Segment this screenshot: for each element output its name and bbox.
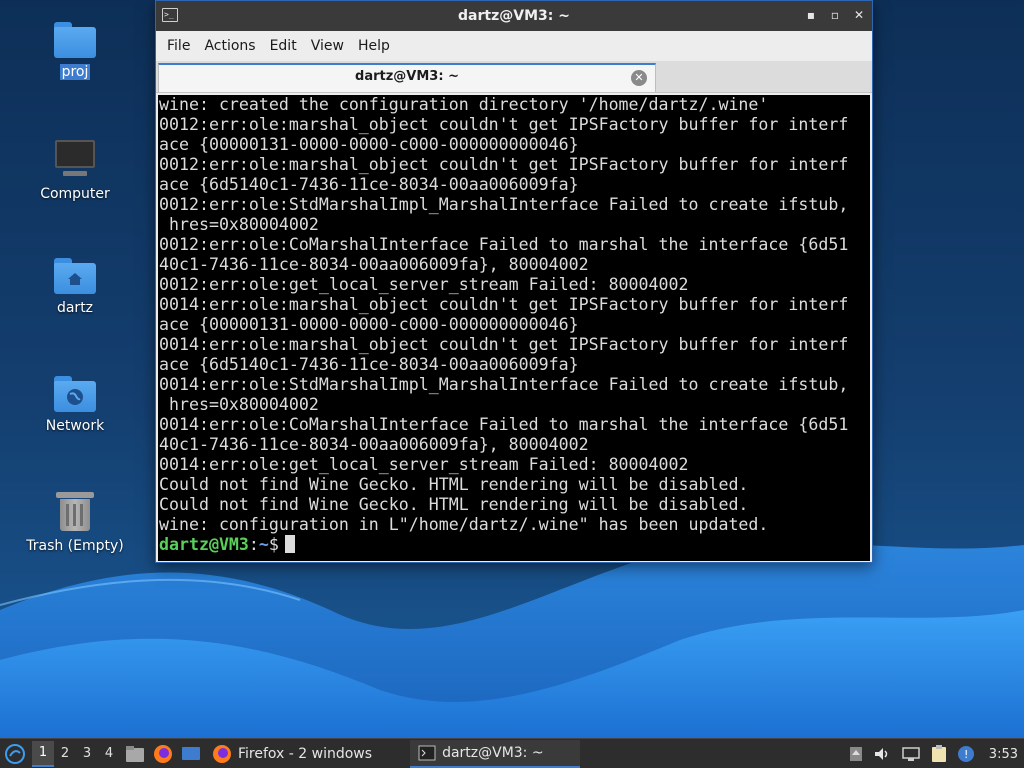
desktop-icon-label: Network (45, 418, 105, 434)
prompt-separator: : (248, 535, 259, 554)
terminal-line: 0012:err:ole:marshal_object couldn't get… (159, 115, 849, 134)
desktop-icon-dartz[interactable]: dartz (15, 258, 135, 316)
text-cursor (284, 535, 295, 553)
terminal-line: ace {00000131-0000-0000-c000-00000000004… (159, 135, 579, 154)
workspace-4[interactable]: 4 (98, 741, 120, 767)
window-title: dartz@VM3: ~ (458, 8, 570, 24)
firefox-icon (213, 744, 231, 763)
clipboard-icon[interactable] (931, 745, 947, 763)
start-menu-button[interactable] (2, 741, 28, 767)
terminal-line: 0014:err:ole:marshal_object couldn't get… (159, 335, 849, 354)
clock[interactable]: 3:53 (989, 747, 1018, 762)
desktop-icon-computer[interactable]: Computer (15, 140, 135, 202)
network-folder-icon (54, 376, 96, 412)
taskbar: 1 2 3 4 Firefox - 2 windows dartz@VM3: ~ (0, 738, 1024, 768)
tab-bar: dartz@VM3: ~ ✕ (156, 61, 872, 93)
tab-label: dartz@VM3: ~ (355, 69, 459, 84)
workspace-1[interactable]: 1 (32, 740, 54, 767)
close-icon[interactable]: ✕ (852, 7, 866, 23)
terminal-line: Could not find Wine Gecko. HTML renderin… (159, 475, 749, 494)
terminal-line: ace {6d5140c1-7436-11ce-8034-00aa006009f… (159, 175, 579, 194)
desktop-icon-label: Computer (40, 186, 110, 202)
workspace-2[interactable]: 2 (54, 741, 76, 767)
menu-help[interactable]: Help (351, 34, 397, 58)
terminal-output[interactable]: wine: created the configuration director… (158, 95, 870, 561)
window-titlebar[interactable]: >_ dartz@VM3: ~ ▪ ▫ ✕ (156, 1, 872, 31)
window-controls: ▪ ▫ ✕ (804, 7, 866, 23)
terminal-line: 0014:err:ole:marshal_object couldn't get… (159, 295, 849, 314)
task-firefox[interactable]: Firefox - 2 windows (204, 740, 380, 768)
home-folder-icon (54, 258, 96, 294)
desktop-icon-trash[interactable]: Trash (Empty) (15, 490, 135, 554)
network-icon[interactable] (901, 746, 921, 762)
terminal-line: 0014:err:ole:CoMarshalInterface Failed t… (159, 415, 849, 434)
terminal-line: 0012:err:ole:get_local_server_stream Fai… (159, 275, 689, 294)
desktop-icon-proj[interactable]: proj (15, 22, 135, 80)
eject-icon[interactable] (849, 746, 863, 762)
svg-text:!: ! (964, 748, 968, 761)
lubuntu-logo-icon (5, 743, 25, 764)
terminal-line: 0014:err:ole:StdMarshalImpl_MarshalInter… (159, 375, 849, 394)
menu-edit[interactable]: Edit (263, 34, 304, 58)
trash-icon (56, 490, 94, 532)
desktop-icon-network[interactable]: Network (15, 376, 135, 434)
terminal-line: 0014:err:ole:get_local_server_stream Fai… (159, 455, 689, 474)
computer-icon (53, 140, 97, 180)
minimize-icon[interactable]: ▪ (804, 7, 818, 23)
menu-view[interactable]: View (304, 34, 351, 58)
desktop-icon-label: Trash (Empty) (26, 538, 124, 554)
menu-file[interactable]: File (160, 34, 197, 58)
update-notifier-icon[interactable]: ! (957, 745, 975, 763)
terminal-line: 0012:err:ole:CoMarshalInterface Failed t… (159, 235, 849, 254)
task-label: dartz@VM3: ~ (442, 744, 544, 761)
show-desktop-icon (182, 746, 200, 760)
system-tray: ! 3:53 (849, 739, 1024, 768)
terminal-line: wine: created the configuration director… (159, 95, 769, 114)
prompt-user: dartz@VM3 (159, 535, 249, 554)
launcher-show-desktop[interactable] (178, 741, 204, 767)
file-manager-icon (126, 745, 144, 762)
task-terminal[interactable]: dartz@VM3: ~ (410, 739, 581, 768)
firefox-icon (154, 744, 172, 763)
tab-terminal[interactable]: dartz@VM3: ~ ✕ (158, 63, 656, 92)
task-label: Firefox - 2 windows (238, 745, 373, 762)
terminal-line: wine: configuration in L"/home/dartz/.wi… (159, 515, 769, 534)
terminal-line: 0012:err:ole:marshal_object couldn't get… (159, 155, 849, 174)
terminal-window: >_ dartz@VM3: ~ ▪ ▫ ✕ File Actions Edit … (155, 0, 873, 563)
volume-icon[interactable] (873, 746, 891, 762)
maximize-icon[interactable]: ▫ (828, 7, 842, 23)
desktop-icon-label: proj (59, 64, 91, 80)
terminal-line: 40c1-7436-11ce-8034-00aa006009fa}, 80004… (159, 435, 589, 454)
launcher-firefox[interactable] (150, 741, 176, 767)
terminal-line: ace {6d5140c1-7436-11ce-8034-00aa006009f… (159, 355, 579, 374)
terminal-prompt[interactable]: dartz@VM3:~$ (159, 535, 870, 555)
launcher-file-manager[interactable] (122, 741, 148, 767)
terminal-line: hres=0x80004002 (159, 215, 319, 234)
terminal-line: 40c1-7436-11ce-8034-00aa006009fa}, 80004… (159, 255, 589, 274)
menubar: File Actions Edit View Help (156, 31, 872, 61)
tab-close-icon[interactable]: ✕ (631, 70, 647, 86)
folder-icon (54, 22, 96, 58)
terminal-line: Could not find Wine Gecko. HTML renderin… (159, 495, 749, 514)
prompt-symbol: $ (268, 535, 279, 554)
menu-actions[interactable]: Actions (197, 34, 262, 58)
desktop-icon-label: dartz (56, 300, 94, 316)
prompt-path: ~ (258, 535, 269, 554)
workspace-3[interactable]: 3 (76, 741, 98, 767)
terminal-line: ace {00000131-0000-0000-c000-00000000004… (159, 315, 579, 334)
terminal-line: 0012:err:ole:StdMarshalImpl_MarshalInter… (159, 195, 849, 214)
terminal-icon (418, 745, 436, 760)
terminal-line: hres=0x80004002 (159, 395, 319, 414)
